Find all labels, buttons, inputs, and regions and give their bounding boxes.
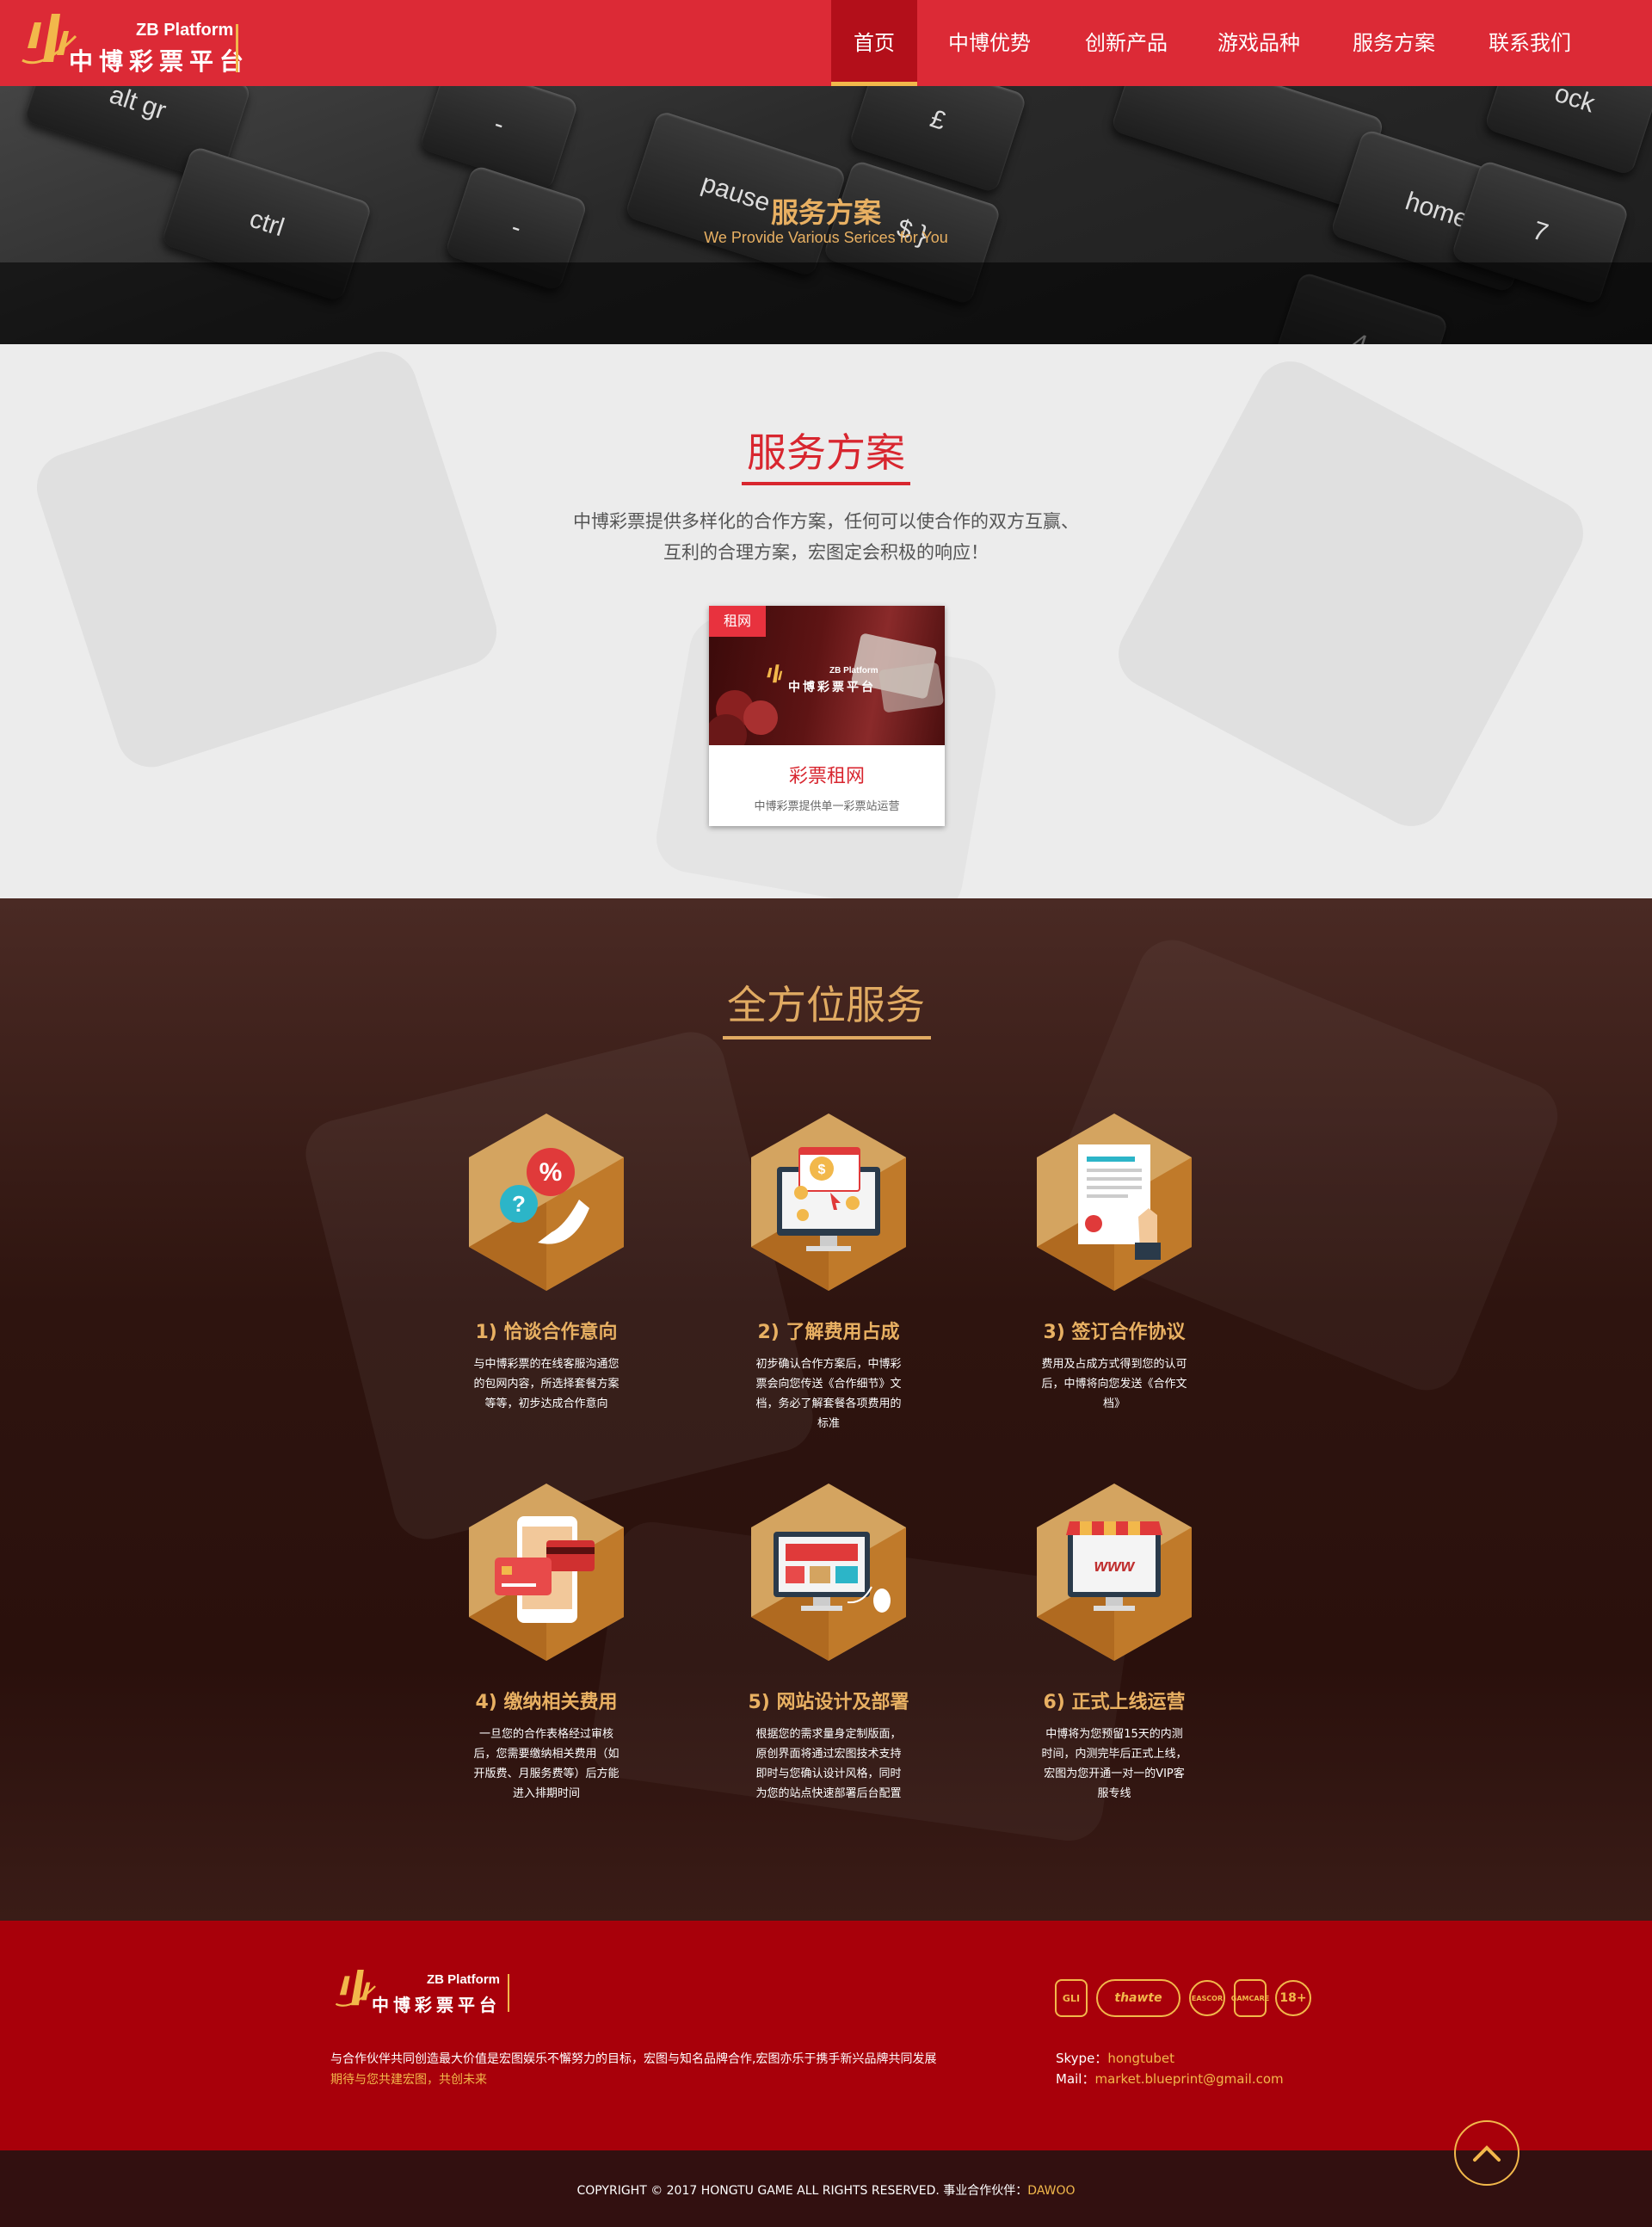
banner-caption-strip (0, 262, 1652, 344)
gli-badge-icon: GLI (1055, 1979, 1088, 2017)
svg-text:?: ? (512, 1191, 526, 1217)
step-card: $ 2) 了解费用占成 初步确认合作方案后，中博彩票会向您传送《合作细节》文档，… (712, 1114, 936, 1458)
plan-desc-line2: 互利的合理方案，宏图定会积极的响应！ (663, 542, 989, 563)
card-description: 中博彩票提供单一彩票站运营 (754, 800, 900, 813)
step-description: 一旦您的合作表格经过审核后，您需要缴纳相关费用（如开版费、月服务费等）后方能进入… (473, 1728, 620, 1800)
plan-title-underline (742, 482, 910, 485)
svg-text:www: www (1094, 1557, 1136, 1576)
footer-contact: Skype：hongtubet Mail：market.blueprint@gm… (1056, 2048, 1284, 2089)
svg-text:%: % (539, 1158, 563, 1187)
bg-shape (28, 344, 506, 776)
nav-item-home[interactable]: 首页 (831, 0, 917, 86)
phone-percent-icon: % ? (469, 1114, 624, 1291)
step-title: 4) 缴纳相关费用 (475, 1692, 618, 1713)
credit-card-icon (469, 1484, 624, 1661)
main-nav: 首页 中博优势 创新产品 游戏品种 服务方案 联系我们 (831, 0, 1599, 86)
contract-icon (1037, 1114, 1192, 1291)
footer-logo-divider (508, 1974, 509, 2012)
banner: alt gr ctrl - - pause £ $ } home ock 7 4… (0, 86, 1652, 344)
nav-item-games[interactable]: 游戏品种 (1191, 0, 1327, 86)
mail-label: Mail： (1056, 2071, 1095, 2087)
service-plan-section: 服务方案 中博彩票提供多样化的合作方案，任何可以使合作的双方互赢、 互利的合理方… (0, 344, 1652, 898)
footer-slogan: 与合作伙伴共同创造最大价值是宏图娱乐不懈努力的目标，宏图与知名品牌合作,宏图亦乐… (330, 2052, 937, 2066)
chevron-up-icon (1473, 2145, 1501, 2162)
step-card: www 6) 正式上线运营 中博将为您预留15天的内测时间，内测完毕后正式上线，… (998, 1484, 1222, 1845)
footer-logo[interactable]: ZB Platform 中博彩票平台 (330, 1967, 524, 2020)
monitor-coins-icon: $ (751, 1114, 906, 1291)
banner-title: 服务方案 (770, 196, 881, 229)
full-service-title: 全方位服务 (727, 982, 925, 1028)
step-description: 初步确认合作方案后，中博彩票会向您传送《合作细节》文档，务必了解套餐各项费用的标… (755, 1358, 902, 1430)
step-description: 根据您的需求量身定制版面，原创界面将通过宏图技术支持即时与您确认设计风格，同时为… (755, 1728, 902, 1800)
partner-link[interactable]: DAWOO (1027, 2184, 1075, 2198)
footer: ZB Platform 中博彩票平台 与合作伙伴共同创造最大价值是宏图娱乐不懈努… (0, 1921, 1652, 2186)
age-restriction-icon: 18+ (1275, 1980, 1311, 2016)
header: ZB Platform 中博彩票平台 首页 中博优势 创新产品 游戏品种 服务方… (0, 0, 1652, 86)
nav-item-services[interactable]: 服务方案 (1327, 0, 1461, 86)
skype-link[interactable]: hongtubet (1107, 2051, 1174, 2066)
step-card: 5) 网站设计及部署 根据您的需求量身定制版面，原创界面将通过宏图技术支持即时与… (712, 1484, 936, 1845)
logo-divider (236, 24, 238, 72)
logo[interactable]: ZB Platform 中博彩票平台 (15, 10, 243, 76)
thawte-badge-icon: thawte (1096, 1979, 1180, 2017)
step-description: 中博将为您预留15天的内测时间，内测完毕后正式上线，宏图为您开通一对一的VIP客… (1041, 1728, 1187, 1800)
step-title: 1) 恰谈合作意向 (475, 1322, 618, 1343)
nav-item-products[interactable]: 创新产品 (1062, 0, 1191, 86)
rental-card[interactable]: 租网 ZB Platform 中博彩票平台 彩票租网 中博彩票提供单一彩票站运营 (709, 606, 945, 826)
nav-item-contact[interactable]: 联系我们 (1461, 0, 1599, 86)
skype-label: Skype： (1056, 2051, 1108, 2066)
step-title: 3) 签订合作协议 (1043, 1322, 1186, 1343)
step-card: 4) 缴纳相关费用 一旦您的合作表格经过审核后，您需要缴纳相关费用（如开版费、月… (430, 1484, 654, 1845)
card-logo-mark-icon (767, 664, 783, 683)
banner-subtitle: We Provide Various Serices for You (704, 229, 948, 246)
website-design-icon (751, 1484, 906, 1661)
plan-description: 中博彩票提供多样化的合作方案，任何可以使合作的双方互赢、 互利的合理方案，宏图定… (482, 506, 1170, 568)
card-image: 租网 ZB Platform 中博彩票平台 (709, 606, 945, 745)
step-card: % ? 1) 恰谈合作意向 与中博彩票的在线客服沟通您的包网内容，所选择套餐方案… (430, 1114, 654, 1458)
full-service-section: 全方位服务 % ? 1) 恰谈合作意向 与中博彩票的在线客服沟通您的包网内容，所… (0, 898, 1652, 1921)
key-lock: ock (1483, 86, 1652, 176)
mail-link[interactable]: market.blueprint@gmail.com (1094, 2071, 1283, 2087)
plan-desc-line1: 中博彩票提供多样化的合作方案，任何可以使合作的双方互赢、 (573, 511, 1079, 532)
full-service-underline (723, 1036, 931, 1039)
step-description: 与中博彩票的在线客服沟通您的包网内容，所选择套餐方案等等，初步达成合作意向 (473, 1358, 620, 1410)
logo-cn: 中博彩票平台 (69, 47, 250, 76)
plan-title: 服务方案 (747, 429, 905, 476)
step-card: 3) 签订合作协议 费用及占成方式得到您的认可后，中博将向您发送《合作文档》 (998, 1114, 1222, 1458)
logo-en: ZB Platform (136, 21, 234, 40)
card-logo-cn: 中博彩票平台 (788, 681, 876, 694)
copyright-bar: COPYRIGHT © 2017 HONGTU GAME ALL RIGHTS … (0, 2150, 1652, 2227)
step-title: 5) 网站设计及部署 (748, 1692, 909, 1713)
nav-item-advantages[interactable]: 中博优势 (917, 0, 1062, 86)
card-logo-en: ZB Platform (829, 666, 878, 676)
gamcare-badge-icon: GAMCARE (1231, 1979, 1269, 2017)
footer-logo-cn: 中博彩票平台 (372, 1995, 501, 2015)
back-to-top-button[interactable] (1454, 2120, 1519, 2186)
step-description: 费用及占成方式得到您的认可后，中博将向您发送《合作文档》 (1041, 1358, 1187, 1410)
copyright-text: COPYRIGHT © 2017 HONGTU GAME ALL RIGHTS … (0, 2181, 1652, 2199)
www-store-icon: www (1037, 1484, 1192, 1661)
card-tag: 租网 (709, 606, 766, 637)
certification-badges: GLI thawte EASCOR GAMCARE 18+ (1055, 1979, 1311, 2017)
footer-slogan-highlight: 期待与您共建宏图，共创未来 (330, 2073, 487, 2087)
step-title: 2) 了解费用占成 (757, 1322, 900, 1343)
step-title: 6) 正式上线运营 (1043, 1692, 1186, 1713)
copyright-main: COPYRIGHT © 2017 HONGTU GAME ALL RIGHTS … (576, 2184, 1028, 2198)
svg-text:$: $ (818, 1163, 826, 1177)
footer-logo-en: ZB Platform (427, 1972, 501, 1987)
eascor-badge-icon: EASCOR (1189, 1980, 1225, 2016)
card-title: 彩票租网 (788, 766, 865, 787)
